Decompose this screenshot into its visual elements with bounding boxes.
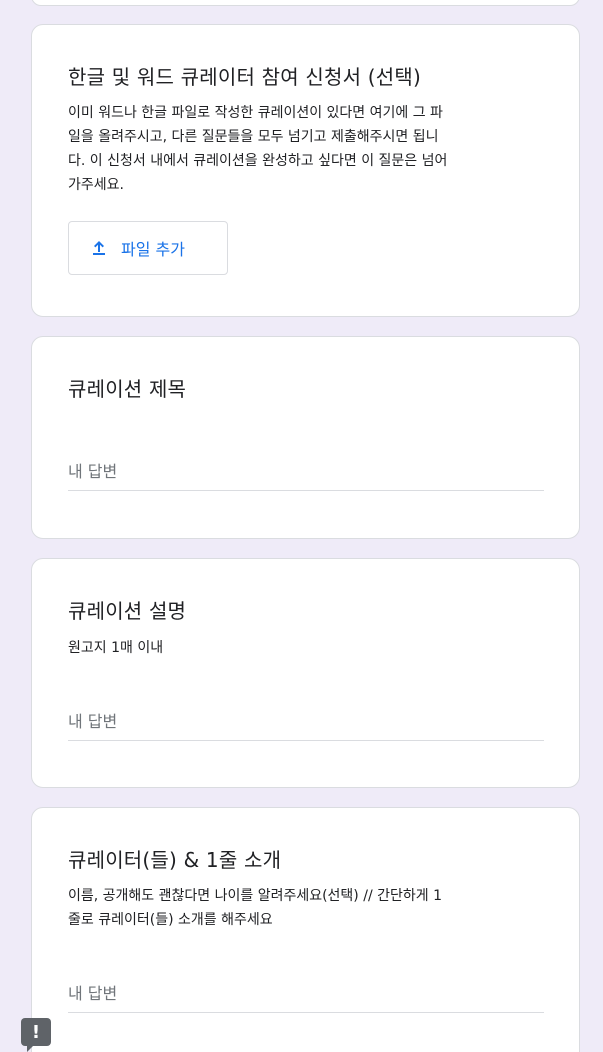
question-title: 한글 및 워드 큐레이터 참여 신청서 (선택) — [68, 65, 421, 89]
upload-question-card: 한글 및 워드 큐레이터 참여 신청서 (선택) 이미 워드나 한글 파일로 작… — [31, 24, 580, 317]
feedback-icon: ! — [31, 1021, 41, 1043]
answer-field[interactable] — [68, 707, 544, 741]
question-help: 이미 워드나 한글 파일로 작성한 큐레이션이 있다면 여기에 그 파 일을 올… — [68, 101, 549, 197]
help-line: 이름, 공개해도 괜찮다면 나이를 알려주세요(선택) // 간단하게 1 — [68, 888, 442, 904]
add-file-label: 파일 추가 — [121, 240, 185, 259]
question-help: 이름, 공개해도 괜찮다면 나이를 알려주세요(선택) // 간단하게 1 줄로… — [68, 884, 549, 932]
add-file-button[interactable]: 파일 추가 — [68, 221, 228, 275]
curation-title-input[interactable] — [68, 457, 544, 485]
upload-icon — [93, 241, 105, 255]
question-title: 큐레이션 설명 — [68, 599, 187, 623]
help-line: 줄로 큐레이터(들) 소개를 해주세요 — [68, 912, 273, 928]
curator-intro-input[interactable] — [68, 979, 544, 1007]
curation-description-input[interactable] — [68, 707, 544, 735]
help-line: 일을 올려주시고, 다른 질문들을 모두 넘기고 제출해주시면 됩니 — [68, 129, 439, 145]
form-page: 한글 및 워드 큐레이터 참여 신청서 (선택) 이미 워드나 한글 파일로 작… — [0, 0, 603, 1052]
question-help: 원고지 1매 이내 — [68, 640, 164, 656]
help-line: 다. 이 신청서 내에서 큐레이션을 완성하고 싶다면 이 질문은 넘어 — [68, 153, 448, 169]
help-line: 이미 워드나 한글 파일로 작성한 큐레이션이 있다면 여기에 그 파 — [68, 105, 443, 121]
answer-field[interactable] — [68, 457, 544, 491]
previous-question-card — [31, 0, 580, 6]
curation-description-card: 큐레이션 설명 원고지 1매 이내 — [31, 558, 580, 788]
question-title: 큐레이션 제목 — [68, 377, 187, 401]
question-title: 큐레이터(들) & 1줄 소개 — [68, 848, 282, 872]
feedback-button[interactable]: ! — [21, 1018, 51, 1052]
curation-title-card: 큐레이션 제목 — [31, 336, 580, 539]
answer-field[interactable] — [68, 979, 544, 1013]
curator-intro-card: 큐레이터(들) & 1줄 소개 이름, 공개해도 괜찮다면 나이를 알려주세요(… — [31, 807, 580, 1052]
help-line: 가주세요. — [68, 177, 124, 193]
